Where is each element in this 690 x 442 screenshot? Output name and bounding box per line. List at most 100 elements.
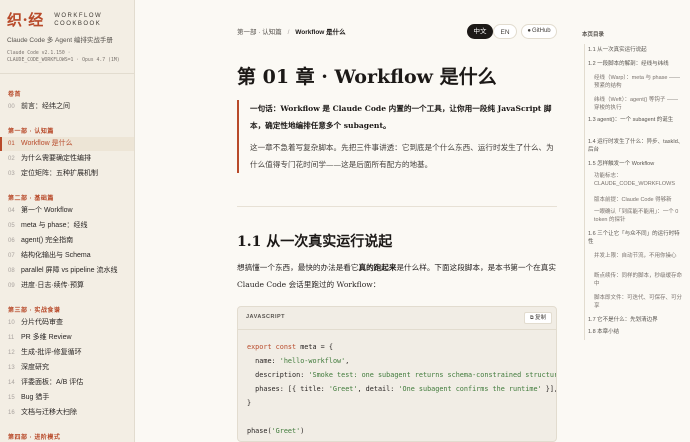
nav-item-ch09[interactable]: 09 进度·日志·续传·预算 bbox=[0, 279, 134, 293]
code-string: 'One subagent confirms the runtime' bbox=[398, 385, 542, 393]
nav-label: Workflow 是什么 bbox=[21, 140, 73, 147]
toc-subitem[interactable]: 经线（Warp）：meta 与 phase —— 预紧的结构 bbox=[594, 74, 684, 90]
nav-item-ch10[interactable]: 10 分片代码审查 bbox=[0, 316, 134, 330]
nav-num: 12 bbox=[8, 350, 15, 356]
nav-item-ch01[interactable]: 01 Workflow 是什么 bbox=[0, 137, 134, 151]
intro-paragraph: 想搞懂一个东西，最快的办法是看它真的跑起来是什么样。下面这段脚本，是本书第一个在… bbox=[237, 259, 557, 293]
nav-item-ch13[interactable]: 13 深度研究 bbox=[0, 361, 134, 375]
nav-label: 评委面板：A/B 评估 bbox=[21, 379, 84, 386]
nav-label: parallel 屏障 vs pipeline 流水线 bbox=[21, 267, 118, 274]
version-line1: Claude Code v2.1.150 · bbox=[7, 51, 71, 56]
code-keyword: export const bbox=[247, 343, 301, 351]
section-label: 卷首 bbox=[8, 92, 22, 98]
toc-subitem[interactable]: 一眼确认「到底能不能用」：一个 0 token 的探针 bbox=[594, 208, 684, 224]
code-string: 'Greet' bbox=[328, 385, 358, 393]
toc-item[interactable]: 1.8 本章小结 bbox=[588, 328, 684, 336]
toc-item[interactable]: 1.4 运行时发生了什么：异步、taskId、后台 bbox=[588, 138, 684, 154]
nav-num: 10 bbox=[8, 320, 15, 326]
toc-subitem[interactable]: 功能标志：CLAUDE_CODE_WORKFLOWS bbox=[594, 172, 684, 188]
summary-quote: 一句话：Workflow 是 Claude Code 内置的一个工具，让你用一段… bbox=[237, 100, 557, 173]
nav-num: 16 bbox=[8, 410, 15, 416]
toc-subitem[interactable]: 纬线（Weft）：agent() 等钩子 —— 穿梭的执行 bbox=[594, 96, 684, 112]
nav-item-preface[interactable]: 00 前言：经纬之间 bbox=[0, 100, 134, 114]
toc-subitem[interactable]: 断点续传：同样的脚本，秒级缓存命中 bbox=[594, 272, 684, 288]
github-label: GitHub bbox=[531, 28, 551, 34]
nav-item-ch16[interactable]: 16 文档与迁移大扫除 bbox=[0, 406, 134, 420]
code-line: , detail: bbox=[357, 385, 399, 393]
code-string: 'Greet' bbox=[271, 427, 301, 435]
toc-item[interactable]: 1.1 从一次真实运行说起 bbox=[588, 46, 684, 54]
nav-num: 01 bbox=[8, 141, 15, 147]
code-string: 'hello-workflow' bbox=[279, 357, 346, 365]
toc-item[interactable]: 1.3 agent()：一个 subagent 的诞生 bbox=[588, 116, 684, 124]
nav-label: 分片代码审查 bbox=[21, 319, 63, 326]
nav-num: 06 bbox=[8, 238, 15, 244]
section-label: 第三部 · 实战食谱 bbox=[8, 308, 61, 314]
code-line: ) bbox=[300, 427, 305, 435]
nav-label: agent() 完全指南 bbox=[21, 237, 74, 244]
code-line: meta = { bbox=[300, 343, 333, 351]
breadcrumb-current: Workflow 是什么 bbox=[295, 29, 346, 36]
version-info: Claude Code v2.1.150 · CLAUDE_CODE_WORKF… bbox=[7, 50, 133, 64]
nav-label: meta 与 phase：经线 bbox=[21, 222, 88, 229]
copy-button[interactable]: ⧉ 复制 bbox=[524, 312, 552, 324]
nav-num: 14 bbox=[8, 380, 15, 386]
nav-label: 深度研究 bbox=[21, 364, 49, 371]
nav-item-ch12[interactable]: 12 生成-批评-修复循环 bbox=[0, 346, 134, 360]
brand: 织·经 WORKFLOW COOKBOOK Claude Code 多 Agen… bbox=[7, 9, 131, 44]
brand-title-line2: COOKBOOK bbox=[54, 20, 102, 27]
section-label: 第一部 · 认知篇 bbox=[8, 129, 54, 135]
code-content[interactable]: export const meta = { name: 'hello-workf… bbox=[247, 340, 556, 438]
nav-label: 为什么需要确定性编排 bbox=[21, 155, 91, 162]
nav-label: 文档与迁移大扫除 bbox=[21, 409, 77, 416]
lang-zh-button[interactable]: 中文 bbox=[467, 24, 493, 39]
nav-label: 第一个 Workflow bbox=[21, 207, 73, 214]
nav-item-ch11[interactable]: 11 PR 多维 Review bbox=[0, 331, 134, 345]
nav-num: 04 bbox=[8, 208, 15, 214]
brand-subtitle: Claude Code 多 Agent 编排实战手册 bbox=[7, 37, 113, 44]
github-icon: ● bbox=[527, 28, 531, 34]
lang-en-button[interactable]: EN bbox=[493, 24, 517, 39]
version-line2: CLAUDE_CODE_WORKFLOWS=1 · Opus 4.7 (1M) bbox=[7, 58, 120, 63]
code-line: phases: [{ title: bbox=[247, 385, 329, 393]
toc-item[interactable]: 1.7 它不是什么：先划清边界 bbox=[588, 316, 684, 324]
sidebar-divider bbox=[0, 73, 134, 74]
nav-item-ch03[interactable]: 03 定位矩阵：五种扩展机制 bbox=[0, 167, 134, 181]
nav-item-ch15[interactable]: 15 Bug 猎手 bbox=[0, 391, 134, 405]
nav-num: 13 bbox=[8, 365, 15, 371]
nav-item-ch08[interactable]: 08 parallel 屏障 vs pipeline 流水线 bbox=[0, 264, 134, 278]
nav-item-ch05[interactable]: 05 meta 与 phase：经线 bbox=[0, 219, 134, 233]
brand-title-line1: WORKFLOW bbox=[54, 12, 103, 19]
toc-item[interactable]: 1.6 三个让它「与众不同」的运行时特性 bbox=[588, 230, 684, 246]
toc-subitem[interactable]: 版本前提：Claude Code 得够新 bbox=[594, 196, 684, 204]
toc-subitem[interactable]: 并发上限：自动节流，不用你操心 bbox=[594, 252, 684, 260]
code-block: JAVASCRIPT ⧉ 复制 export const meta = { na… bbox=[237, 306, 557, 442]
toc-item[interactable]: 1.2 一段脚本的解剖：经线与纬线 bbox=[588, 60, 684, 68]
code-language-label: JAVASCRIPT bbox=[246, 314, 286, 320]
toc-subitem[interactable]: 脚本即文件：可迭代、可保存、可分享 bbox=[594, 294, 684, 310]
toc-item[interactable]: 1.5 怎样触发一个 Workflow bbox=[588, 160, 684, 168]
nav-label: 生成-批评-修复循环 bbox=[21, 349, 82, 356]
nav-item-ch04[interactable]: 04 第一个 Workflow bbox=[0, 204, 134, 218]
nav-item-ch07[interactable]: 07 结构化输出与 Schema bbox=[0, 249, 134, 263]
breadcrumb-separator: / bbox=[287, 29, 290, 36]
sidebar: 织·经 WORKFLOW COOKBOOK Claude Code 多 Agen… bbox=[0, 0, 135, 442]
nav-num: 11 bbox=[8, 335, 15, 341]
nav-item-ch06[interactable]: 06 agent() 完全指南 bbox=[0, 234, 134, 248]
nav-item-ch14[interactable]: 14 评委面板：A/B 评估 bbox=[0, 376, 134, 390]
quote-lead: 一句话：Workflow 是 Claude Code 内置的一个工具，让你用一段… bbox=[250, 104, 552, 130]
para-emphasis: 真的跑起来 bbox=[358, 263, 397, 272]
code-line: description: bbox=[247, 371, 309, 379]
para-text: 想搞懂一个东西，最快的办法是看它 bbox=[237, 263, 359, 272]
brand-logo[interactable]: 织·经 bbox=[7, 9, 44, 30]
section-divider bbox=[237, 206, 557, 207]
section-heading: 1.1 从一次真实运行说起 bbox=[237, 234, 393, 250]
github-button[interactable]: ●GitHub bbox=[521, 24, 557, 39]
page-title: 第 01 章 · Workflow 是什么 bbox=[237, 66, 497, 88]
code-line: } bbox=[247, 399, 252, 407]
code-string: 'Smoke test: one subagent returns schema… bbox=[308, 371, 556, 379]
breadcrumb-part[interactable]: 第一部 · 认知篇 bbox=[237, 29, 282, 36]
nav-item-ch02[interactable]: 02 为什么需要确定性编排 bbox=[0, 152, 134, 166]
section-label: 第四部 · 进阶模式 bbox=[8, 435, 61, 441]
nav-num: 09 bbox=[8, 283, 15, 289]
